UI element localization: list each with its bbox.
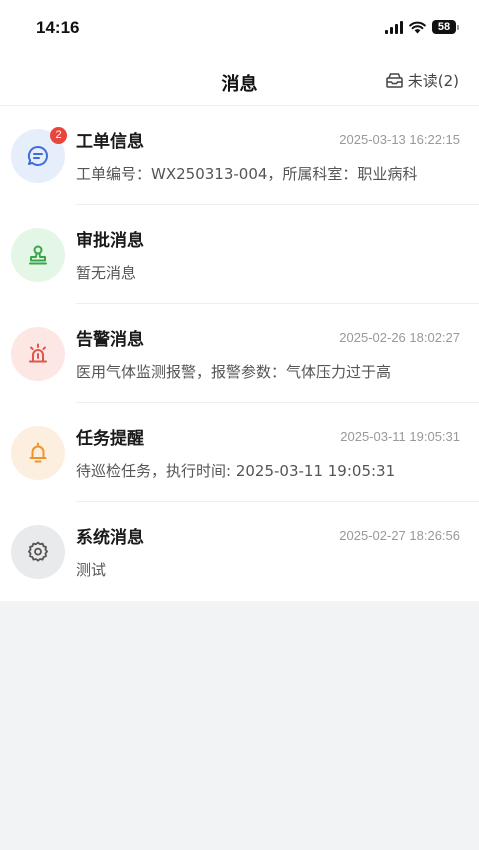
message-title: 任务提醒 — [76, 428, 144, 449]
message-time: 2025-02-27 18:26:56 — [339, 528, 460, 543]
work-order-icon-circle: 2 — [11, 126, 67, 183]
status-bar: 14:16 58 — [0, 0, 479, 58]
message-desc: 待巡检任务，执行时间: 2025-03-11 19:05:31 — [76, 461, 396, 480]
message-desc: 暂无消息 — [76, 263, 137, 282]
message-item-task[interactable]: 任务提醒 2025-03-11 19:05:31 待巡检任务，执行时间: 202… — [0, 403, 479, 502]
message-item-approval[interactable]: 审批消息 暂无消息 — [0, 205, 479, 304]
wifi-icon — [409, 21, 426, 33]
stamp-icon — [29, 245, 47, 264]
unread-filter-button[interactable]: 未读(2) — [386, 70, 459, 91]
message-time: 2025-03-13 16:22:15 — [339, 131, 460, 147]
alarm-icon-circle — [11, 326, 65, 381]
chat-bubble-icon — [27, 145, 48, 166]
nav-bar: 消息 未读(2) — [0, 58, 479, 106]
message-item-system[interactable]: 系统消息 2025-02-27 18:26:56 测试 — [0, 502, 479, 601]
message-title: 系统消息 — [76, 528, 144, 548]
gear-icon — [28, 541, 48, 562]
message-item-work-order[interactable]: 2 工单信息 2025-03-13 16:22:15 工单编号：WX250313… — [0, 106, 479, 205]
message-time: 2025-02-26 18:02:27 — [339, 329, 460, 345]
message-desc: 工单编号：WX250313-004，所属科室：职业病科 — [76, 164, 418, 183]
message-time: 2025-03-11 19:05:31 — [340, 428, 460, 444]
message-title: 告警消息 — [76, 329, 144, 350]
message-list: 2 工单信息 2025-03-13 16:22:15 工单编号：WX250313… — [0, 106, 479, 601]
unread-badge: 2 — [50, 126, 67, 144]
message-desc: 医用气体监测报警，报警参数：气体压力过于高 — [76, 362, 392, 381]
alarm-light-icon — [29, 343, 47, 362]
status-icons: 58 — [385, 20, 459, 34]
message-desc: 测试 — [76, 561, 107, 579]
system-icon-circle — [11, 524, 65, 579]
signal-icon — [385, 20, 403, 34]
message-title: 工单信息 — [76, 131, 144, 152]
unread-label: 未读(2) — [407, 72, 459, 90]
bell-icon — [29, 442, 47, 462]
message-item-alarm[interactable]: 告警消息 2025-02-26 18:02:27 医用气体监测报警，报警参数：气… — [0, 304, 479, 403]
inbox-icon — [386, 73, 403, 88]
battery-icon: 58 — [432, 20, 459, 34]
status-time: 14:16 — [36, 18, 80, 37]
message-title: 审批消息 — [76, 230, 144, 251]
battery-level: 58 — [432, 20, 456, 34]
task-icon-circle — [11, 425, 65, 480]
approval-icon-circle — [11, 227, 65, 282]
